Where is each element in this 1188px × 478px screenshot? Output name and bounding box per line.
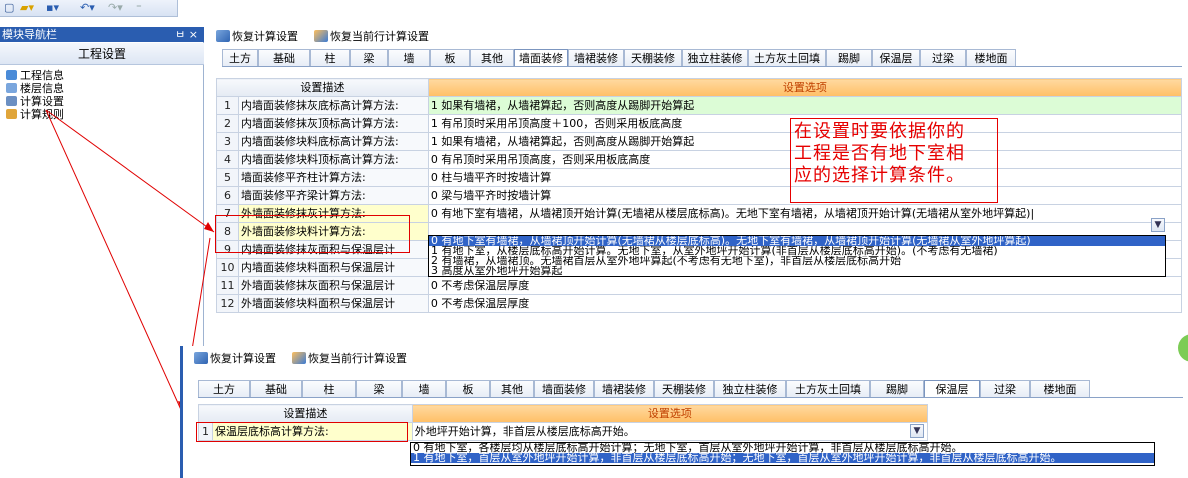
category-tabs-2: 土方 基础柱梁墙板其他 墙面装修 墙裙装修 天棚装修 独立柱装修 土方灰土回填 踢脚 保温层 过梁… [198, 380, 1183, 398]
restore-label: 恢复计算设置 [210, 352, 276, 365]
header-desc: 设置描述 [198, 404, 413, 423]
tab-9[interactable]: 天棚装修 [654, 380, 714, 397]
restore-row-label: 恢复当前行计算设置 [308, 352, 407, 365]
restore-icon [194, 352, 208, 364]
restore-settings-button-2[interactable]: 恢复计算设置 [194, 350, 276, 368]
restore-row-icon [292, 352, 306, 364]
highlight-box-row-2 [196, 422, 408, 442]
dropdown-option[interactable]: 0 有地下室，各楼层均从楼层底标高开始计算；无地下室，首层从室外地坪开始计算，非… [411, 443, 1154, 453]
header-options: 设置选项 [411, 404, 929, 423]
tab-8[interactable]: 墙裙装修 [594, 380, 654, 397]
tab-3[interactable]: 梁 [356, 380, 402, 397]
arrow-line [45, 109, 215, 233]
tab-7[interactable]: 墙面装修 [534, 380, 594, 397]
dropdown-arrow-icon-2[interactable]: ▼ [910, 424, 924, 438]
arrow-head [204, 222, 214, 232]
tab-5[interactable]: 板 [446, 380, 490, 397]
tab-14[interactable]: 过梁 [980, 380, 1030, 397]
row-option-value[interactable]: 外地坪开始计算，非首层从楼层底标高开始。 [411, 422, 929, 441]
screen: ▢ ▰▾ ▪▾ ↶▾ ↷▾ ⁼ 模块导航栏 ㅂ × 工程设置 工程信息 楼层信息… [0, 0, 1188, 478]
tab-0[interactable]: 土方 [198, 380, 250, 397]
tab-10[interactable]: 独立柱装修 [714, 380, 786, 397]
dropdown-option[interactable]: 1 有地下室，首层从室外地坪开始计算，非首层从楼层底标高开始；无地下室，首层从室… [411, 453, 1154, 463]
tab-12[interactable]: 踢脚 [870, 380, 924, 397]
tab-15[interactable]: 楼地面 [1030, 380, 1090, 397]
option-dropdown-list-2[interactable]: 0 有地下室，各楼层均从楼层底标高开始计算；无地下室，首层从室外地坪开始计算，非… [410, 442, 1155, 466]
tab-11[interactable]: 土方灰土回填 [786, 380, 870, 397]
restore-row-button-2[interactable]: 恢复当前行计算设置 [292, 350, 407, 368]
tab-6[interactable]: 其他 [490, 380, 534, 397]
tab-4[interactable]: 墙 [402, 380, 446, 397]
arrow-line [45, 109, 183, 413]
tab-2[interactable]: 柱 [302, 380, 356, 397]
tab-13[interactable]: 保温层 [924, 380, 980, 397]
tab-1[interactable]: 基础 [250, 380, 302, 397]
